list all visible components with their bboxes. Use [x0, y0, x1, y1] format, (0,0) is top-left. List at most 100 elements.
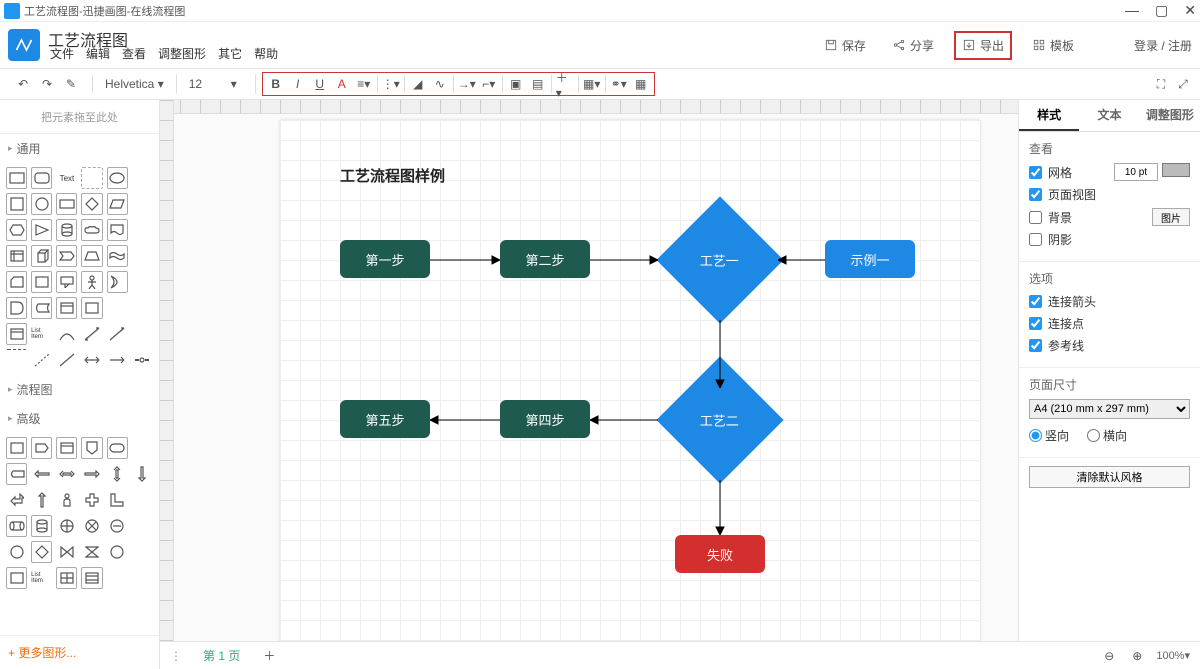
menu-file[interactable]: 文件: [50, 45, 74, 62]
shape-note[interactable]: [31, 271, 52, 293]
adv-arrow-u[interactable]: [31, 489, 52, 511]
more-shapes-link[interactable]: + 更多图形...: [0, 635, 159, 669]
adv-cyl-h[interactable]: [6, 515, 27, 537]
shape-link[interactable]: [132, 349, 153, 371]
shape-doc[interactable]: [107, 219, 128, 241]
share-button[interactable]: 分享: [886, 33, 940, 58]
adv-bowtie[interactable]: [56, 541, 77, 563]
adv-corner[interactable]: [6, 489, 27, 511]
shape-intern[interactable]: [6, 245, 27, 267]
maximize-button[interactable]: ▢: [1155, 2, 1168, 19]
shape-actor[interactable]: [81, 271, 102, 293]
shape-cloud[interactable]: [81, 219, 102, 241]
shape-bidir-arrow[interactable]: [81, 349, 102, 371]
adv-pie[interactable]: [56, 515, 77, 537]
table-button[interactable]: ▦▾: [583, 75, 601, 93]
shape-diamond[interactable]: [81, 193, 102, 215]
shape-label[interactable]: [81, 167, 102, 189]
node-step1[interactable]: 第一步: [340, 240, 430, 278]
adv-shape-6[interactable]: [6, 463, 27, 485]
shape-ellipse[interactable]: [107, 167, 128, 189]
portrait-radio[interactable]: [1029, 429, 1042, 442]
redo-button[interactable]: ↷: [38, 75, 56, 93]
tab-adjust[interactable]: 调整图形: [1140, 100, 1200, 131]
adv-arrow-l[interactable]: [31, 463, 52, 485]
shape-rect[interactable]: [6, 167, 27, 189]
shape-card[interactable]: [6, 271, 27, 293]
grid-button[interactable]: ▦: [632, 75, 650, 93]
link-button[interactable]: ⚭▾: [610, 75, 628, 93]
adv-person[interactable]: [56, 489, 77, 511]
section-common[interactable]: 通用: [0, 134, 159, 163]
shape-cylinder[interactable]: [56, 219, 77, 241]
zoom-level[interactable]: 100%▾: [1156, 649, 1190, 662]
adv-shape-2[interactable]: [31, 437, 52, 459]
shape-list[interactable]: List Item: [31, 323, 52, 345]
adv-circle[interactable]: [6, 541, 27, 563]
clear-style-button[interactable]: 清除默认风格: [1029, 466, 1190, 488]
adv-arrow-bi[interactable]: [56, 463, 77, 485]
node-step5[interactable]: 第五步: [340, 400, 430, 438]
shape-circle[interactable]: [31, 193, 52, 215]
node-step4[interactable]: 第四步: [500, 400, 590, 438]
align-button[interactable]: ≡▾: [355, 75, 373, 93]
zoom-out-button[interactable]: ⊖: [1100, 647, 1118, 665]
shadow-checkbox[interactable]: [1029, 233, 1042, 246]
page-menu-button[interactable]: ⋮: [170, 649, 183, 663]
guide-checkbox[interactable]: [1029, 339, 1042, 352]
page-size-select[interactable]: A4 (210 mm x 297 mm): [1029, 399, 1190, 419]
zoom-in-button[interactable]: ⊕: [1128, 647, 1146, 665]
landscape-radio[interactable]: [1087, 429, 1100, 442]
menu-edit[interactable]: 编辑: [86, 45, 110, 62]
menu-adjust[interactable]: 调整图形: [158, 45, 206, 62]
template-button[interactable]: 模板: [1026, 33, 1080, 58]
tab-style[interactable]: 样式: [1019, 100, 1079, 131]
node-step2[interactable]: 第二步: [500, 240, 590, 278]
shape-hex[interactable]: [6, 219, 27, 241]
menu-help[interactable]: 帮助: [254, 45, 278, 62]
front-button[interactable]: ▣: [507, 75, 525, 93]
section-flowchart[interactable]: 流程图: [0, 375, 159, 404]
size-dropdown[interactable]: ▾: [225, 75, 243, 93]
adv-collate[interactable]: [81, 541, 102, 563]
shape-container2[interactable]: [81, 297, 102, 319]
fill-color-button[interactable]: ◢: [409, 75, 427, 93]
minimize-button[interactable]: —: [1125, 2, 1139, 19]
shape-dir-arrow[interactable]: [107, 349, 128, 371]
shape-tape[interactable]: [107, 245, 128, 267]
format-paint-button[interactable]: ✎: [62, 75, 80, 93]
export-button[interactable]: 导出: [954, 31, 1012, 60]
menu-other[interactable]: 其它: [218, 45, 242, 62]
shape-or[interactable]: [107, 271, 128, 293]
back-button[interactable]: ▤: [529, 75, 547, 93]
grid-color-swatch[interactable]: [1162, 163, 1190, 177]
grid-checkbox[interactable]: [1029, 166, 1042, 179]
shape-callout[interactable]: [56, 271, 77, 293]
shape-parallelogram[interactable]: [107, 193, 128, 215]
bold-button[interactable]: B: [267, 75, 285, 93]
adv-lshape[interactable]: [107, 489, 128, 511]
adv-list[interactable]: List Item: [31, 567, 52, 589]
adv-shape-1[interactable]: [6, 437, 27, 459]
fullscreen-button[interactable]: ⛶: [1152, 75, 1170, 93]
shape-dashed[interactable]: [6, 349, 27, 371]
shape-roundrect[interactable]: [31, 167, 52, 189]
shape-cube[interactable]: [31, 245, 52, 267]
font-family-select[interactable]: Helvetica ▾: [105, 77, 164, 91]
grid-size-input[interactable]: [1114, 163, 1158, 181]
adv-sum[interactable]: [81, 515, 102, 537]
shape-data[interactable]: [31, 297, 52, 319]
underline-button[interactable]: U: [311, 75, 329, 93]
shape-and[interactable]: [6, 297, 27, 319]
login-register-link[interactable]: 登录 / 注册: [1134, 37, 1192, 54]
shape-arrow[interactable]: [107, 323, 128, 345]
adv-shape-5[interactable]: [107, 437, 128, 459]
adv-arrow-r[interactable]: [81, 463, 102, 485]
node-example1[interactable]: 示例一: [825, 240, 915, 278]
adv-cross[interactable]: [81, 489, 102, 511]
close-button[interactable]: ✕: [1184, 2, 1196, 19]
shape-trap[interactable]: [81, 245, 102, 267]
adv-table2[interactable]: [81, 567, 102, 589]
list-button[interactable]: ⋮▾: [382, 75, 400, 93]
shape-container[interactable]: [56, 297, 77, 319]
